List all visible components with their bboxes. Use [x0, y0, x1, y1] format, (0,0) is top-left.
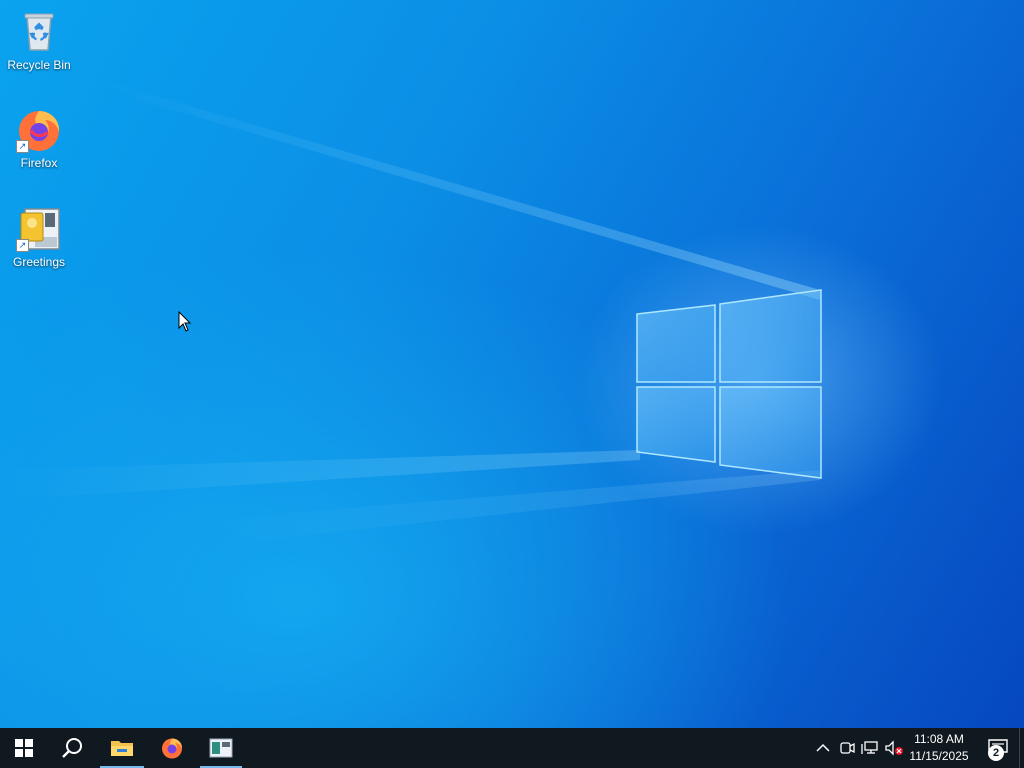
- wallpaper: [0, 80, 822, 540]
- network-icon: [861, 741, 878, 754]
- desktop-icon-firefox[interactable]: ↗ Firefox: [1, 106, 77, 170]
- search-button[interactable]: [48, 728, 96, 768]
- firefox-icon: [162, 738, 183, 759]
- show-desktop-button[interactable]: [1019, 728, 1024, 768]
- taskbar: 11:08 AM 11/15/2025 2: [0, 728, 1024, 768]
- desktop-icon-label: Recycle Bin: [7, 58, 71, 72]
- taskbar-app-greetings[interactable]: [200, 728, 242, 768]
- windows-logo-wallpaper-icon: [636, 289, 822, 479]
- greetings-app-icon: ↗: [15, 205, 63, 253]
- taskbar-app-file-explorer[interactable]: [100, 728, 144, 768]
- clock-date: 11/15/2025: [909, 749, 969, 763]
- meet-now-icon: [840, 742, 855, 754]
- firefox-icon: ↗: [15, 106, 63, 154]
- shortcut-arrow-icon: ↗: [16, 239, 29, 252]
- chevron-up-icon: [816, 743, 830, 752]
- volume-muted-icon: [885, 740, 903, 756]
- mouse-cursor-icon: [178, 311, 192, 332]
- windows-logo-icon: [15, 739, 33, 757]
- meet-now-button[interactable]: [837, 738, 857, 758]
- folder-icon: [111, 741, 133, 756]
- recycle-bin-icon: [15, 8, 63, 56]
- clock[interactable]: 11:08 AM 11/15/2025: [905, 731, 973, 765]
- network-button[interactable]: [860, 738, 880, 758]
- desktop-icon-greetings[interactable]: ↗ Greetings: [1, 205, 77, 269]
- show-hidden-icons-button[interactable]: [813, 738, 833, 758]
- start-button[interactable]: [0, 728, 48, 768]
- taskbar-app-firefox[interactable]: [150, 728, 194, 768]
- notification-count-badge: 2: [988, 745, 1004, 761]
- desktop-icon-recycle-bin[interactable]: Recycle Bin: [1, 8, 77, 72]
- volume-button[interactable]: [884, 738, 904, 758]
- greetings-app-icon: [209, 738, 233, 758]
- desktop[interactable]: Recycle Bin ↗ Firefox ↗ Greetings: [0, 0, 1024, 728]
- clock-time: 11:08 AM: [914, 732, 964, 746]
- search-icon: [62, 738, 82, 758]
- shortcut-arrow-icon: ↗: [16, 140, 29, 153]
- desktop-icon-label: Firefox: [20, 156, 58, 170]
- desktop-icon-label: Greetings: [12, 255, 66, 269]
